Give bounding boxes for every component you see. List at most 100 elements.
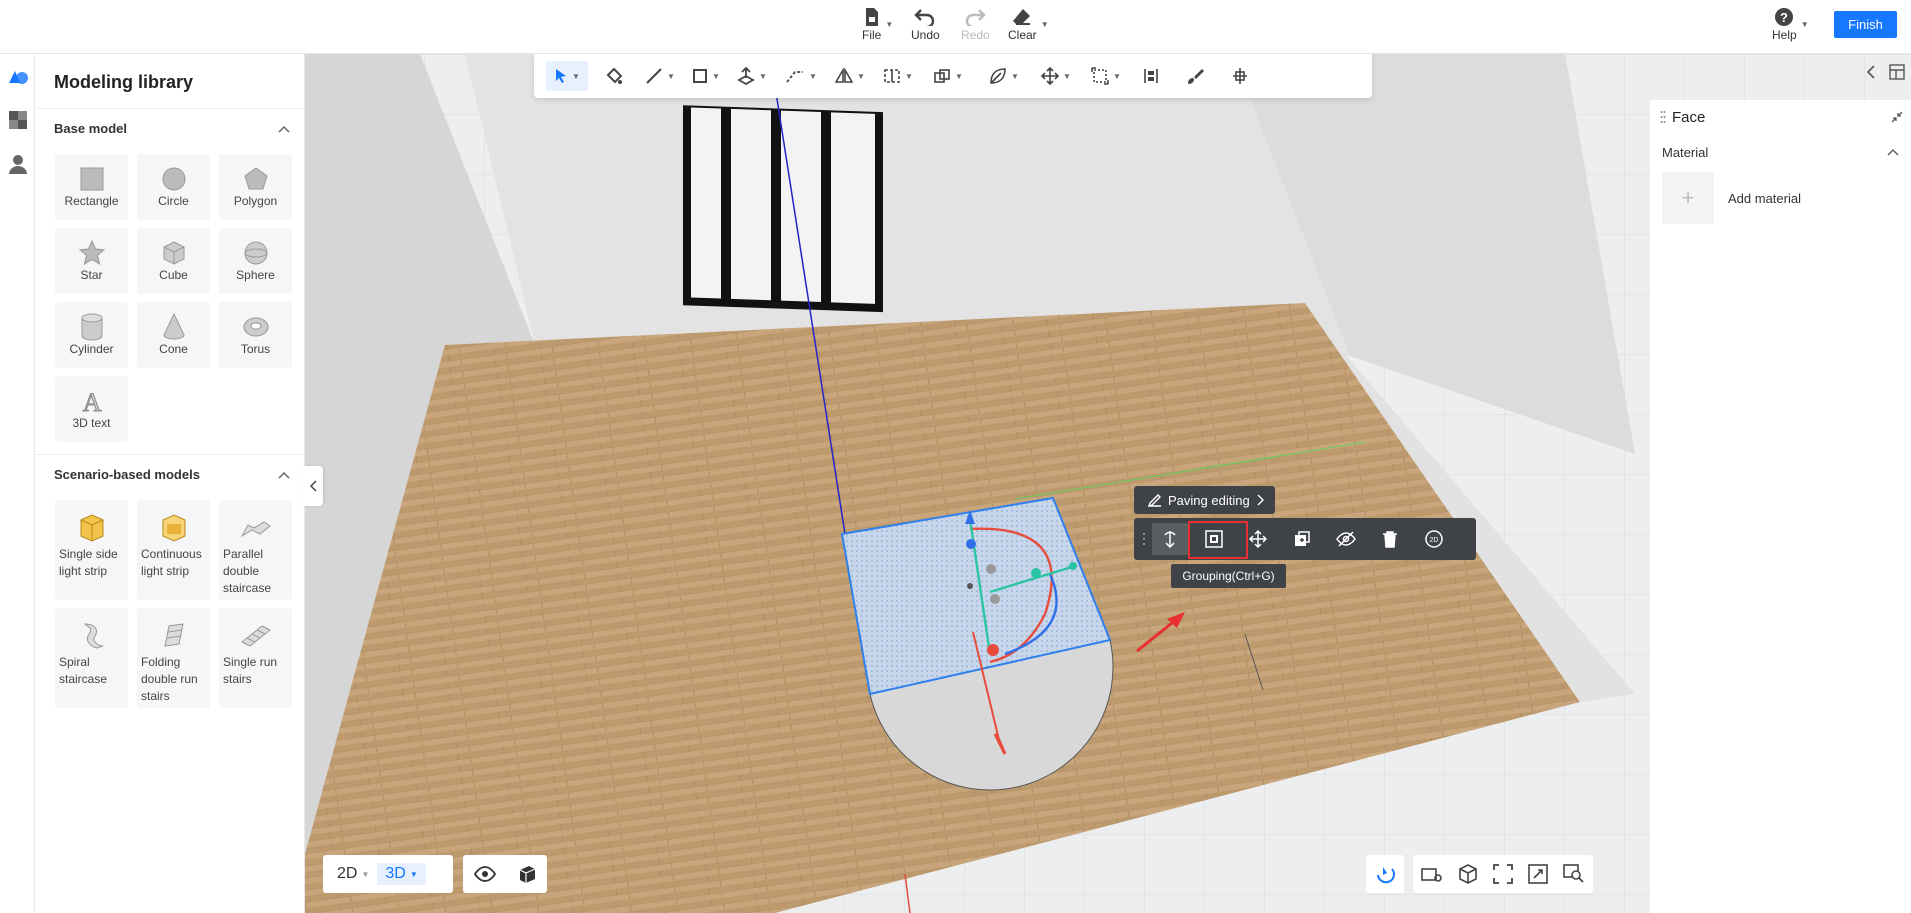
align-icon bbox=[883, 68, 901, 84]
mirror-tool[interactable]: ▼ bbox=[830, 61, 870, 91]
undo-label: Undo bbox=[911, 28, 940, 42]
copy-tool[interactable]: ▼ bbox=[926, 61, 970, 91]
user-icon[interactable] bbox=[0, 142, 35, 186]
polygon-icon bbox=[243, 164, 269, 194]
drag-handle-icon[interactable] bbox=[1660, 110, 1666, 124]
rectangle-tile[interactable]: Rectangle bbox=[55, 154, 128, 220]
offset-tool[interactable]: ▼ bbox=[778, 61, 824, 91]
single-run-stairs-tile[interactable]: Single run stairs bbox=[219, 608, 292, 708]
2d-circle-icon: 2D bbox=[1424, 529, 1444, 549]
duplicate-button[interactable] bbox=[1284, 523, 1320, 555]
tile-label: Folding double run stairs bbox=[141, 655, 198, 703]
hide-button[interactable] bbox=[1328, 523, 1364, 555]
base-model-header[interactable]: Base model bbox=[35, 108, 304, 148]
finish-button[interactable]: Finish bbox=[1834, 11, 1897, 38]
view-mode-switch: 2D ▼ 3D ▼ bbox=[323, 855, 453, 893]
file-caret-icon: ▼ bbox=[885, 20, 894, 29]
extend-tool[interactable] bbox=[1222, 61, 1258, 91]
2d-view-button[interactable]: 2D bbox=[1416, 523, 1452, 555]
drag-handle-icon[interactable] bbox=[1142, 532, 1146, 546]
highlight-box bbox=[1188, 521, 1248, 559]
parallel-double-staircase-tile[interactable]: Parallel double staircase bbox=[219, 500, 292, 600]
align-tool[interactable]: ▼ bbox=[876, 61, 920, 91]
svg-text:2D: 2D bbox=[1430, 537, 1439, 544]
zoom-search-icon[interactable] bbox=[1563, 864, 1585, 884]
box-view-icon[interactable] bbox=[517, 864, 537, 884]
collapse-icon[interactable] bbox=[1891, 111, 1903, 123]
chevron-left-icon[interactable] bbox=[1866, 65, 1876, 79]
cube-icon bbox=[161, 238, 187, 268]
brush-tool[interactable] bbox=[1174, 61, 1216, 91]
clear-button[interactable]: Clear ▼ bbox=[1008, 6, 1049, 42]
face-panel-title: Face bbox=[1672, 108, 1706, 126]
star-tile[interactable]: Star bbox=[55, 228, 128, 294]
rotate-button[interactable] bbox=[1152, 523, 1188, 555]
light-strip-icon bbox=[59, 508, 124, 546]
snap-button[interactable] bbox=[1366, 855, 1404, 893]
push-pull-tool[interactable]: ▼ bbox=[732, 61, 772, 91]
delete-button[interactable] bbox=[1372, 523, 1408, 555]
clear-caret-icon: ▼ bbox=[1040, 20, 1049, 29]
redo-button[interactable]: Redo bbox=[961, 6, 990, 42]
material-section-header[interactable]: Material bbox=[1650, 134, 1911, 170]
continuous-light-strip-tile[interactable]: Continuous light strip bbox=[137, 500, 210, 600]
brush-icon bbox=[1186, 67, 1204, 85]
cylinder-tile[interactable]: Cylinder bbox=[55, 302, 128, 368]
undo-button[interactable]: Undo bbox=[911, 6, 940, 42]
2d-mode-button[interactable]: 2D ▼ bbox=[329, 863, 377, 885]
eye-icon[interactable] bbox=[473, 866, 496, 882]
cone-tile[interactable]: Cone bbox=[137, 302, 210, 368]
collapse-panel-button[interactable] bbox=[303, 466, 323, 506]
chevron-down-icon: ▼ bbox=[857, 71, 865, 81]
spiral-staircase-tile[interactable]: Spiral staircase bbox=[55, 608, 128, 708]
zoom-region-icon[interactable] bbox=[1528, 864, 1548, 884]
spiral-staircase-icon bbox=[59, 616, 124, 654]
chevron-down-icon: ▼ bbox=[361, 869, 370, 879]
cube-view-icon[interactable] bbox=[1458, 864, 1478, 884]
help-button[interactable]: ? Help ▼ bbox=[1772, 6, 1809, 42]
undo-icon bbox=[914, 6, 936, 28]
distribute-tool[interactable] bbox=[1134, 61, 1168, 91]
folding-stairs-icon bbox=[141, 616, 206, 654]
layout-icon[interactable] bbox=[1888, 64, 1905, 80]
help-icon: ? bbox=[1774, 6, 1794, 28]
fit-view-icon[interactable] bbox=[1493, 864, 1513, 884]
chevron-left-icon bbox=[309, 480, 317, 492]
folding-double-run-stairs-tile[interactable]: Folding double run stairs bbox=[137, 608, 210, 708]
scale-icon bbox=[1091, 67, 1109, 85]
sphere-tile[interactable]: Sphere bbox=[219, 228, 292, 294]
3d-mode-button[interactable]: 3D ▼ bbox=[377, 863, 426, 885]
svg-text:?: ? bbox=[1780, 10, 1788, 25]
context-toolbar: 2D bbox=[1134, 518, 1476, 560]
rectangle-tool[interactable]: ▼ bbox=[686, 61, 726, 91]
circle-tile[interactable]: Circle bbox=[137, 154, 210, 220]
file-button[interactable]: File ▼ bbox=[862, 6, 893, 42]
tile-label: Parallel double staircase bbox=[223, 547, 272, 595]
shape-tool[interactable]: ▼ bbox=[980, 61, 1028, 91]
add-material-button[interactable]: + Add material bbox=[1650, 170, 1911, 226]
chevron-up-icon bbox=[278, 471, 290, 479]
face-properties-panel: Face Material + Add material bbox=[1650, 100, 1911, 913]
line-tool[interactable]: ▼ bbox=[640, 61, 680, 91]
plus-icon: + bbox=[1662, 172, 1714, 224]
extend-icon bbox=[1231, 67, 1249, 85]
tile-label: Single run stairs bbox=[223, 655, 278, 686]
select-tool[interactable]: ▼ bbox=[546, 61, 588, 91]
scenario-models-header[interactable]: Scenario-based models bbox=[35, 454, 304, 494]
material-label: Material bbox=[1662, 144, 1709, 160]
paving-editing-button[interactable]: Paving editing bbox=[1134, 486, 1275, 514]
chevron-down-icon: ▼ bbox=[1011, 71, 1019, 81]
3d-text-tile[interactable]: A 3D text bbox=[55, 376, 128, 442]
torus-tile[interactable]: Torus bbox=[219, 302, 292, 368]
single-side-light-strip-tile[interactable]: Single side light strip bbox=[55, 500, 128, 600]
paint-tool[interactable] bbox=[594, 61, 634, 91]
polygon-tile[interactable]: Polygon bbox=[219, 154, 292, 220]
scale-tool[interactable]: ▼ bbox=[1084, 61, 1128, 91]
cube-tile[interactable]: Cube bbox=[137, 228, 210, 294]
modeling-icon[interactable] bbox=[0, 54, 35, 98]
move-tool[interactable]: ▼ bbox=[1034, 61, 1078, 91]
help-label: Help bbox=[1772, 28, 1797, 42]
camera-settings-icon[interactable] bbox=[1420, 865, 1443, 883]
material-icon[interactable] bbox=[0, 98, 35, 142]
line-icon bbox=[645, 67, 663, 85]
